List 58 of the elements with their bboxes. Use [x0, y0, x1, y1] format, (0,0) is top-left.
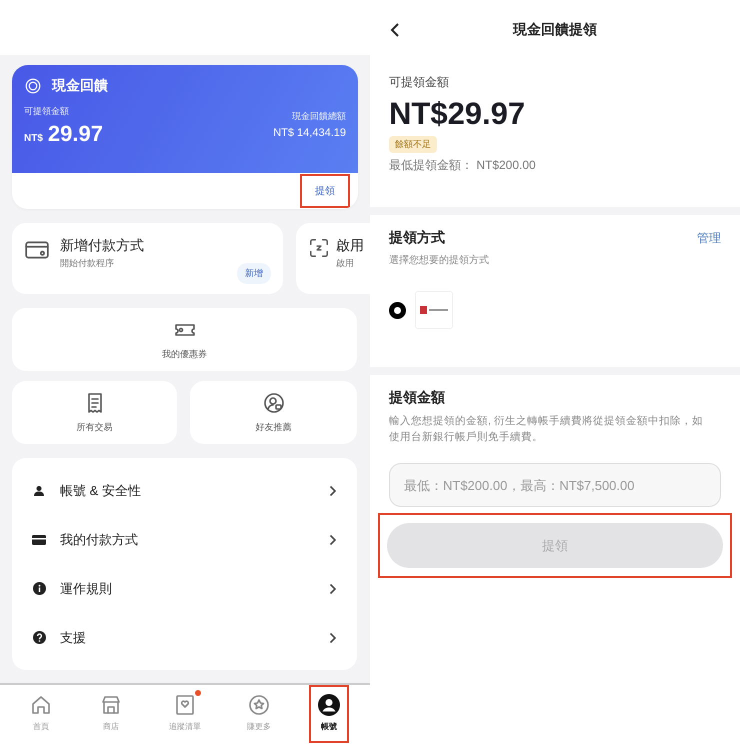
available-label: 可提領金額	[24, 105, 70, 118]
section-subtitle: 選擇您想要的提領方式	[389, 254, 490, 267]
action-subtitle: 開始付款程序	[60, 257, 115, 270]
action-card[interactable]: 新增付款方式 開始付款程序 新增	[12, 223, 283, 294]
bank-logo-icon	[415, 291, 453, 329]
help-icon	[32, 631, 46, 644]
shortcut-label: 好友推薦	[256, 421, 292, 434]
coin-icon	[24, 77, 42, 95]
manage-link[interactable]: 管理	[697, 230, 721, 246]
profile-icon	[317, 693, 341, 717]
page-title: 現金回饋提領	[513, 21, 597, 39]
menu-item[interactable]: 帳號 & 安全性	[12, 466, 357, 515]
shortcut-card[interactable]: 好友推薦	[190, 381, 357, 444]
action-title: 新增付款方式	[60, 237, 144, 255]
menu-label: 我的付款方式	[60, 530, 139, 548]
credit-card-icon	[32, 534, 46, 544]
chevron-right-icon	[329, 582, 337, 594]
currency-label: NT$	[24, 133, 43, 144]
menu-label: 支援	[60, 628, 87, 646]
available-amount: 29.97	[48, 121, 103, 147]
card-title: 現金回饋	[52, 77, 108, 95]
info-icon	[32, 582, 46, 595]
balance-amount: NT$29.97	[389, 96, 526, 132]
menu-item[interactable]: 我的付款方式	[12, 515, 357, 564]
add-button[interactable]: 新增	[237, 263, 271, 284]
shortcut-label: 所有交易	[76, 421, 112, 434]
radio-button[interactable]	[389, 302, 406, 318]
heart-frame-icon	[173, 693, 197, 717]
friend-icon	[262, 391, 286, 415]
status-tag: 餘額不足	[389, 136, 437, 153]
minimum-amount: 最低提領金額： NT$200.00	[389, 157, 537, 174]
menu-item[interactable]: 運作規則	[12, 564, 357, 613]
section-title: 提領金額	[389, 389, 446, 407]
face-scan-icon	[308, 237, 330, 259]
shortcut-card[interactable]: 所有交易	[12, 381, 177, 444]
action-title: 啟用	[336, 237, 364, 255]
store-icon	[99, 693, 123, 717]
amount-field[interactable]: 最低：NT$200.00，最高：NT$7,500.00	[389, 463, 721, 507]
person-icon	[33, 484, 45, 496]
action-subtitle: 啟用	[336, 257, 355, 270]
star-coin-icon	[247, 693, 271, 717]
shortcut-label: 我的優惠券	[162, 348, 207, 361]
chevron-right-icon	[329, 534, 337, 546]
total-label: 現金回饋總額	[292, 110, 346, 123]
balance-label: 可提領金額	[389, 74, 450, 91]
section-title: 提領方式	[389, 229, 445, 247]
tab[interactable]: 帳號	[311, 687, 347, 741]
chevron-right-icon	[329, 632, 337, 644]
shortcut-card[interactable]: 我的優惠券	[12, 308, 357, 371]
withdraw-button[interactable]: 提領	[302, 176, 348, 206]
menu-label: 運作規則	[60, 580, 113, 598]
action-card[interactable]: 啟用 啟用	[296, 223, 370, 294]
total-amount: NT$ 14,434.19	[273, 127, 346, 139]
section-description: 輸入您想提領的金額, 衍生之轉帳手續費將從提領金額中扣除，如使用台新銀行帳戶則免手續費。	[389, 414, 704, 445]
chevron-right-icon	[329, 484, 337, 496]
menu-item[interactable]: 支援	[12, 613, 357, 662]
home-icon	[29, 693, 53, 717]
menu-label: 帳號 & 安全性	[60, 482, 142, 500]
